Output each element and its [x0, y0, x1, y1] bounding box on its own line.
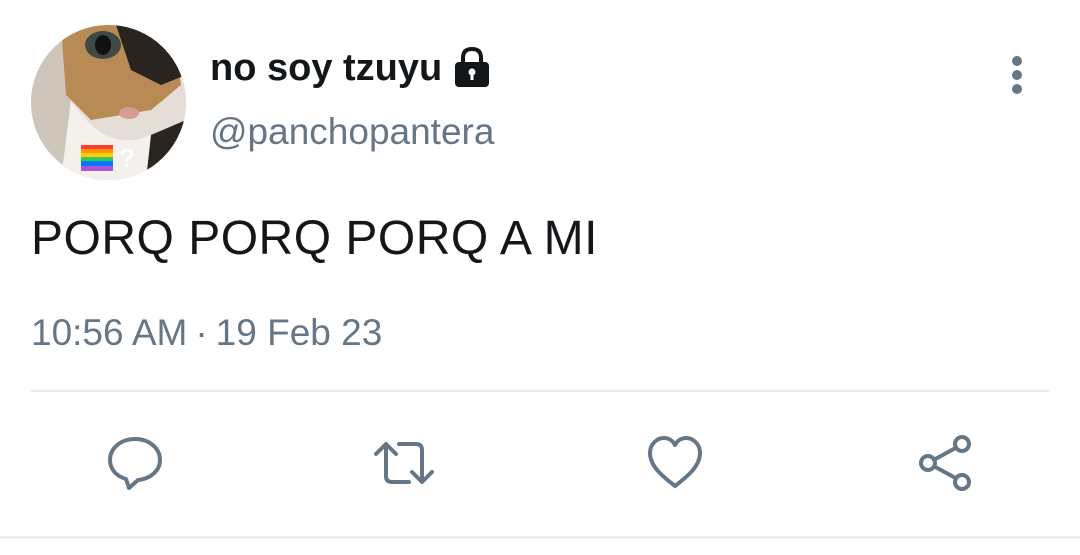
avatar-badge-text: ?: [119, 143, 135, 173]
avatar-cat-image: [31, 25, 186, 180]
avatar[interactable]: ?: [31, 25, 186, 180]
display-name[interactable]: no soy tzuyu: [210, 44, 442, 92]
tweet-text: PORQ PORQ PORQ A MI: [31, 212, 598, 265]
retweet-button[interactable]: [373, 432, 435, 494]
tweet-timestamp[interactable]: 10:56 AM · 19 Feb 23: [31, 309, 382, 357]
timestamp-separator: ·: [195, 312, 208, 353]
retweet-icon: [374, 442, 434, 484]
bottom-border: [0, 536, 1080, 539]
tweet-date: 19 Feb 23: [215, 312, 383, 353]
reply-button[interactable]: [104, 432, 166, 494]
like-button[interactable]: [644, 432, 706, 494]
divider: [31, 390, 1049, 392]
share-icon: [919, 435, 971, 491]
display-name-row: no soy tzuyu: [210, 44, 492, 92]
lock-icon: [452, 46, 492, 89]
share-button[interactable]: [914, 432, 976, 494]
tweet-time: 10:56 AM: [31, 312, 188, 353]
reply-icon: [108, 437, 162, 490]
more-options-button[interactable]: [996, 50, 1038, 100]
user-handle[interactable]: @panchopantera: [210, 108, 494, 156]
more-vertical-icon: [1012, 56, 1022, 94]
like-icon: [648, 436, 702, 488]
